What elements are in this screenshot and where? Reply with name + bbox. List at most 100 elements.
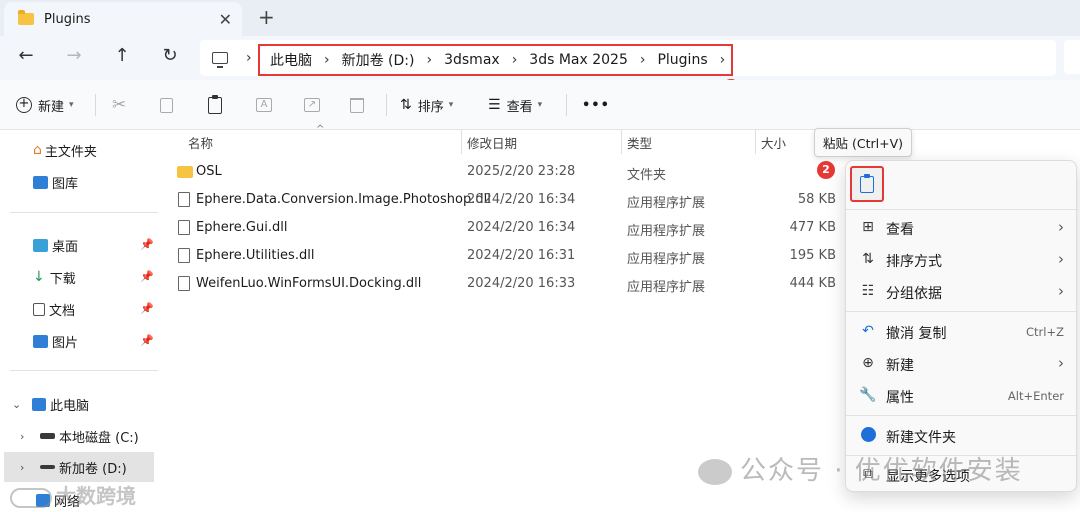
- forward-button[interactable]: →: [62, 45, 86, 66]
- computer-icon: [212, 52, 228, 68]
- file-row[interactable]: OSL 2025/2/20 23:28 文件夹: [170, 158, 850, 186]
- toolbar-divider: [566, 94, 567, 116]
- column-header-name[interactable]: 名称: [188, 130, 213, 154]
- menu-item-group[interactable]: ☷ 分组依据 ›: [846, 277, 1078, 307]
- breadcrumb-item[interactable]: 此电脑: [270, 50, 312, 70]
- file-row[interactable]: Ephere.Utilities.dll 2024/2/20 16:31 应用程…: [170, 242, 850, 270]
- back-button[interactable]: ←: [14, 45, 38, 66]
- column-label: 修改日期: [467, 135, 518, 151]
- column-header-size[interactable]: 大小: [761, 130, 786, 154]
- context-paste-button[interactable]: [850, 166, 884, 202]
- file-row[interactable]: Ephere.Data.Conversion.Image.Photoshop.d…: [170, 186, 850, 214]
- menu-item-undo[interactable]: ↶ 撤消 复制 Ctrl+Z: [846, 317, 1078, 347]
- column-header-modified[interactable]: 修改日期: [467, 130, 517, 154]
- sidebar-item-label: 图库: [52, 176, 79, 192]
- computer-icon: [32, 397, 46, 411]
- download-icon: ↓: [33, 269, 45, 285]
- menu-shortcut: Ctrl+Z: [1026, 325, 1064, 339]
- chevron-right-icon[interactable]: ›: [426, 52, 432, 68]
- sidebar-item-drive-c[interactable]: › 本地磁盘 (C:): [20, 422, 139, 450]
- chevron-down-icon[interactable]: ⌄: [12, 398, 24, 411]
- sort-ascending-icon: ^: [316, 124, 325, 135]
- chevron-right-icon[interactable]: ›: [20, 430, 32, 443]
- new-button[interactable]: + 新建 ▾: [16, 94, 74, 116]
- title-bar: Plugins ✕ +: [0, 0, 1080, 36]
- wechat-icon: [698, 458, 732, 485]
- pin-icon[interactable]: 📌: [140, 302, 154, 315]
- chevron-right-icon[interactable]: ›: [720, 52, 726, 68]
- plus-circle-icon: ⊕: [862, 355, 874, 371]
- delete-button[interactable]: [350, 94, 364, 116]
- pictures-icon: [33, 334, 48, 348]
- menu-item-new-folder[interactable]: 新建文件夹: [846, 421, 1078, 451]
- more-button[interactable]: •••: [582, 94, 610, 116]
- sidebar-item-desktop[interactable]: 桌面: [33, 231, 78, 259]
- dll-file-icon: [178, 220, 190, 235]
- address-bar[interactable]: › 此电脑 › 新加卷 (D:) › 3dsmax › 3ds Max 2025…: [200, 40, 1056, 76]
- column-divider[interactable]: [621, 130, 622, 154]
- menu-item-label: 新建: [886, 358, 914, 374]
- chevron-down-icon: ▾: [69, 100, 74, 110]
- sidebar-item-label: 桌面: [52, 239, 79, 255]
- chevron-right-icon[interactable]: ›: [512, 52, 518, 68]
- close-tab-icon[interactable]: ✕: [219, 10, 232, 29]
- breadcrumb-item[interactable]: 新加卷 (D:): [342, 50, 415, 70]
- paste-button[interactable]: [208, 94, 222, 116]
- search-box[interactable]: [1064, 40, 1080, 74]
- sidebar-item-documents[interactable]: 文档: [33, 295, 75, 323]
- pin-icon[interactable]: 📌: [140, 270, 154, 283]
- up-button[interactable]: ↑: [110, 45, 134, 66]
- pin-icon[interactable]: 📌: [140, 238, 154, 251]
- home-icon: ⌂: [33, 142, 42, 158]
- breadcrumb-item[interactable]: 3ds Max 2025: [529, 52, 628, 68]
- column-divider[interactable]: [755, 130, 756, 154]
- sidebar-item-downloads[interactable]: ↓ 下载: [33, 263, 76, 291]
- share-button[interactable]: ↗: [304, 94, 320, 116]
- scissors-icon: ✂: [112, 95, 127, 115]
- trash-icon: [350, 97, 364, 113]
- breadcrumb-item[interactable]: 3dsmax: [444, 52, 500, 68]
- file-name: Ephere.Utilities.dll: [196, 248, 315, 263]
- rename-button[interactable]: A: [256, 94, 272, 116]
- chevron-right-icon[interactable]: ›: [20, 461, 32, 474]
- file-name: OSL: [196, 164, 222, 179]
- pin-icon[interactable]: 📌: [140, 334, 154, 347]
- menu-item-label: 属性: [886, 390, 914, 406]
- drive-icon: [40, 433, 55, 439]
- sidebar-item-pictures[interactable]: 图片: [33, 327, 78, 355]
- menu-item-new[interactable]: ⊕ 新建 ›: [846, 349, 1078, 379]
- file-row[interactable]: WeifenLuo.WinFormsUI.Docking.dll 2024/2/…: [170, 270, 850, 298]
- file-name: Ephere.Data.Conversion.Image.Photoshop.d…: [196, 192, 491, 207]
- chevron-right-icon[interactable]: ›: [324, 52, 330, 68]
- chevron-right-icon[interactable]: ›: [640, 52, 646, 68]
- sidebar-item-home[interactable]: ⌂ 主文件夹: [33, 136, 97, 164]
- chevron-right-icon[interactable]: ›: [246, 50, 252, 66]
- file-size: 477 KB: [789, 220, 836, 235]
- column-divider[interactable]: [461, 130, 462, 154]
- refresh-button[interactable]: ↻: [158, 45, 182, 66]
- cut-button[interactable]: ✂: [112, 94, 126, 116]
- menu-item-sort[interactable]: ⇅ 排序方式 ›: [846, 245, 1078, 275]
- sidebar-item-label: 此电脑: [50, 398, 90, 414]
- menu-item-label: 分组依据: [886, 286, 942, 302]
- sidebar-item-this-pc[interactable]: ⌄ 此电脑: [12, 390, 89, 418]
- column-header-type[interactable]: 类型: [627, 130, 652, 154]
- new-tab-button[interactable]: +: [258, 5, 275, 29]
- sort-button[interactable]: ⇅ 排序 ▾: [400, 94, 453, 116]
- view-button[interactable]: ☰ 查看 ▾: [488, 94, 542, 116]
- wrench-icon: 🔧: [859, 387, 877, 403]
- menu-item-view[interactable]: ⊞ 查看 ›: [846, 213, 1078, 243]
- copy-button[interactable]: [160, 94, 173, 116]
- sidebar-item-label: 新加卷 (D:): [59, 461, 127, 477]
- menu-item-properties[interactable]: 🔧 属性 Alt+Enter: [846, 381, 1078, 411]
- folder-icon: [18, 10, 34, 25]
- new-folder-icon: [859, 427, 877, 445]
- tab-plugins[interactable]: Plugins ✕: [4, 2, 242, 36]
- clipboard-icon: [860, 173, 874, 193]
- toolbar-divider: [386, 94, 387, 116]
- file-row[interactable]: Ephere.Gui.dll 2024/2/20 16:34 应用程序扩展 47…: [170, 214, 850, 242]
- breadcrumb-item[interactable]: Plugins: [657, 52, 707, 68]
- sidebar-item-drive-d[interactable]: › 新加卷 (D:): [4, 452, 154, 482]
- annotation-marker-2: 2: [817, 161, 835, 179]
- sidebar-item-gallery[interactable]: 图库: [33, 168, 78, 196]
